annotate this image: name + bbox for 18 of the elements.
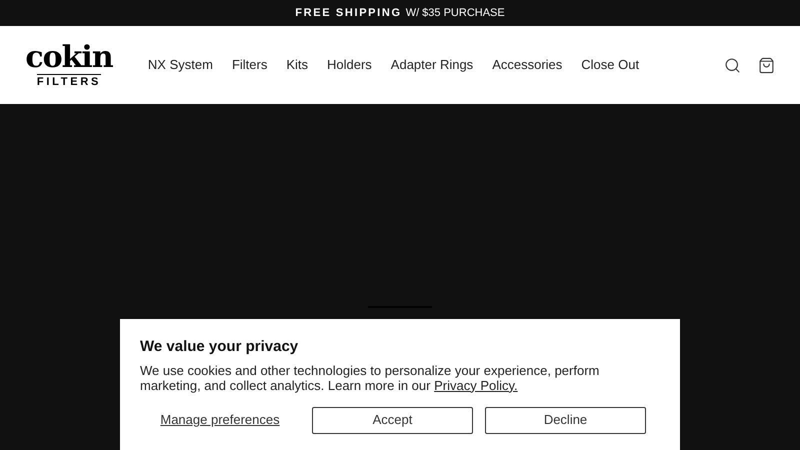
nav-link[interactable]: Holders: [327, 55, 372, 75]
manage-preferences-link[interactable]: Manage preferences: [140, 410, 300, 430]
nav-link[interactable]: Adapter Rings: [390, 55, 474, 75]
banner-text: We use cookies and other technologies to personalize your experience, perform marketing, and collect analytics. Learn more in our Privacy Policy.: [140, 362, 600, 392]
privacy-link[interactable]: Privacy Policy.: [434, 378, 518, 392]
nav-link[interactable]: Filters: [232, 55, 268, 75]
consent-button[interactable]: Accept: [312, 406, 473, 434]
bag-icon[interactable]: [758, 56, 775, 74]
announcement-text: W/ $35 PURCHASE: [406, 6, 505, 21]
nav-link[interactable]: Close Out: [581, 55, 640, 75]
nav-link[interactable]: NX System: [148, 55, 213, 75]
nav-link[interactable]: Accessories: [492, 55, 562, 75]
consent-button[interactable]: Decline: [485, 406, 646, 434]
nav-link[interactable]: Kits: [286, 55, 308, 75]
search-icon[interactable]: [724, 56, 741, 74]
logo[interactable]: cokin FILTERS: [25, 42, 113, 88]
announcement-bold: FREE SHIPPING: [295, 6, 402, 21]
banner-title: We value your privacy: [140, 337, 300, 357]
